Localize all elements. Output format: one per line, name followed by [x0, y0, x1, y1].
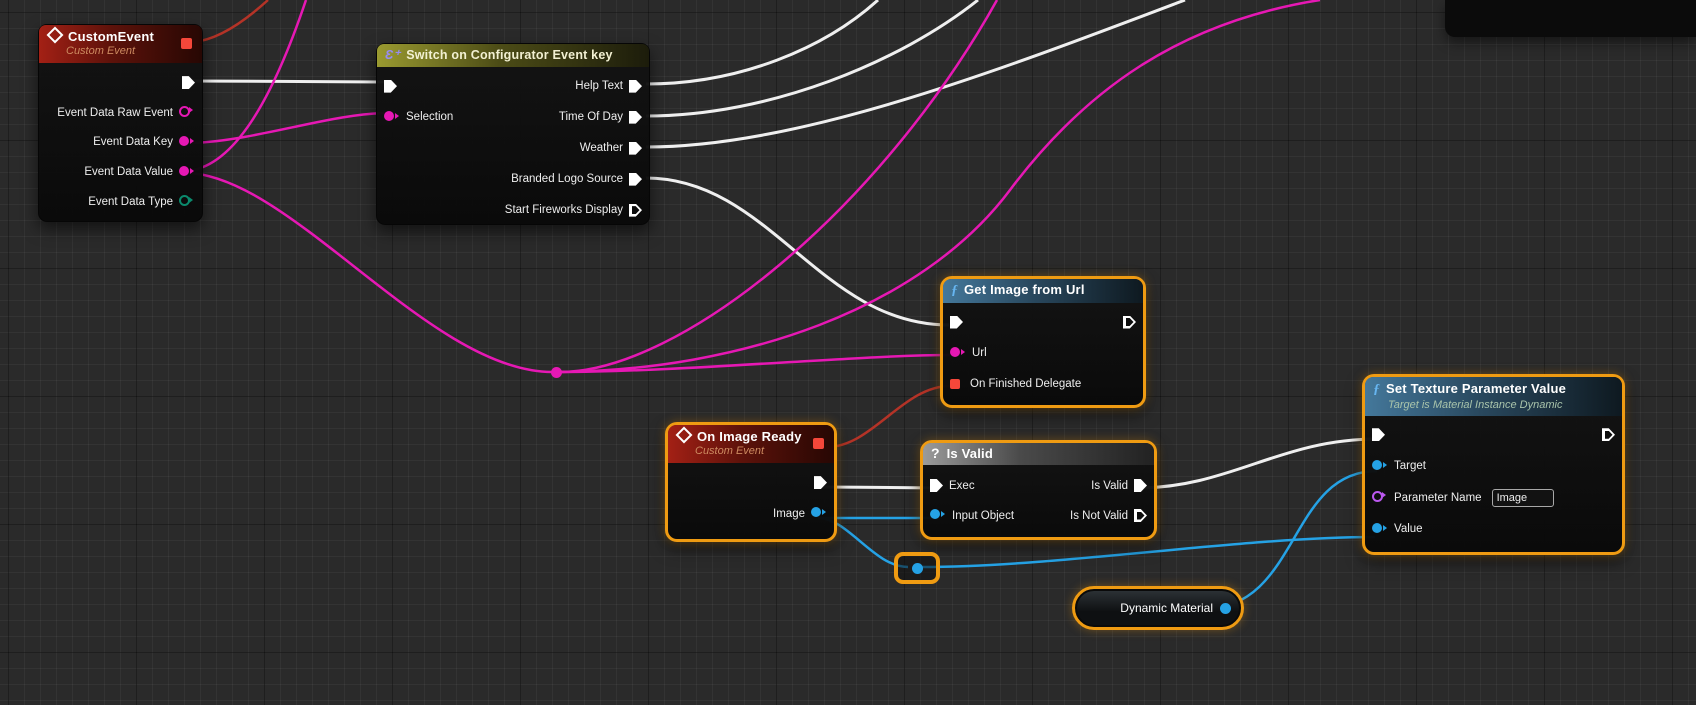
pin-selection[interactable]	[384, 110, 399, 121]
pin-label: Image	[773, 507, 805, 520]
node-dynamic-material-getter[interactable]: Dynamic Material	[1072, 586, 1244, 630]
question-mark-icon: ?	[931, 445, 940, 461]
node-title: CustomEvent	[68, 29, 154, 44]
wire-exec-timeofday-offscreen[interactable]	[645, 0, 979, 118]
wire-exec-customevent-to-switch[interactable]	[188, 79, 387, 84]
parameter-name-input[interactable]: Image	[1491, 488, 1554, 507]
pin-label: Start Fireworks Display	[504, 204, 623, 217]
pin-label: On Finished Delegate	[970, 378, 1082, 390]
pin-label: Event Data Raw Event	[57, 106, 173, 119]
pin-label: Value	[1394, 523, 1423, 535]
wire-str-key-to-selection[interactable]	[185, 111, 389, 145]
switch-icon: Ɛ⁺	[385, 47, 401, 62]
variable-label: Dynamic Material	[1120, 601, 1213, 615]
node-get-image-header[interactable]: ƒ Get Image from Url	[943, 279, 1143, 303]
node-title: Is Valid	[946, 446, 993, 461]
pin-image[interactable]	[811, 507, 826, 518]
pin-branded-logo-source-exec[interactable]	[629, 172, 642, 186]
pin-time-of-day-exec[interactable]	[629, 110, 642, 124]
pin-label: Event Data Type	[88, 196, 173, 209]
wire-exec-brandedlogo-to-getimage[interactable]	[645, 176, 950, 327]
pin-label: Exec	[949, 479, 975, 492]
event-diamond-icon	[675, 426, 693, 444]
exec-in-pin[interactable]	[1372, 428, 1385, 442]
wire-obj-reroute-to-value[interactable]	[921, 535, 1376, 569]
node-title: Switch on Configurator Event key	[406, 48, 613, 62]
pin-url[interactable]	[950, 346, 965, 357]
node-on-image-ready[interactable]: On Image Ready Custom Event Image	[665, 422, 837, 542]
exec-out-pin[interactable]	[182, 76, 195, 90]
pin-event-data-key[interactable]	[179, 135, 194, 146]
wire-exec-helptext-offscreen[interactable]	[645, 0, 880, 86]
exec-out-pin[interactable]	[1602, 428, 1615, 442]
wire-delegate-onimageready-to-getimage[interactable]	[826, 384, 951, 449]
pin-event-data-value[interactable]	[179, 165, 194, 176]
pin-label: Is Not Valid	[1070, 509, 1128, 522]
reroute-node-blue[interactable]	[894, 552, 940, 584]
pin-label: Selection	[406, 111, 454, 124]
pin-is-not-valid-exec[interactable]	[1134, 509, 1147, 522]
exec-in-pin[interactable]	[950, 315, 963, 329]
event-diamond-icon	[46, 26, 64, 44]
pin-label: Parameter Name	[1394, 491, 1482, 504]
delegate-pin[interactable]	[181, 38, 192, 49]
pin-dynamic-material-out[interactable]	[1220, 602, 1231, 614]
exec-in-pin[interactable]	[384, 79, 397, 93]
pin-exec-in[interactable]	[930, 479, 943, 492]
node-switch-configurator-event-key[interactable]: Ɛ⁺ Switch on Configurator Event key Help …	[376, 43, 650, 225]
pin-label: Url	[972, 347, 987, 359]
node-get-image-from-url[interactable]: ƒ Get Image from Url Url On Finished Dele…	[940, 276, 1146, 408]
node-title: Set Texture Parameter Value	[1386, 381, 1567, 396]
pin-event-data-type[interactable]	[179, 195, 193, 207]
pin-help-text-exec[interactable]	[629, 79, 642, 93]
node-is-valid-header[interactable]: ? Is Valid	[923, 443, 1154, 465]
pin-label: Time Of Day	[558, 111, 623, 124]
exec-out-pin[interactable]	[1123, 315, 1136, 329]
node-on-image-ready-header[interactable]: On Image Ready Custom Event	[668, 425, 834, 464]
node-subtitle: Custom Event	[66, 45, 136, 58]
pin-on-finished-delegate[interactable]	[950, 379, 960, 389]
node-custom-event-header[interactable]: CustomEvent Custom Event	[39, 25, 202, 64]
pin-label: Input Object	[952, 509, 1015, 522]
blueprint-graph-canvas[interactable]: CustomEvent Custom Event Event Data Raw …	[0, 0, 1696, 705]
pin-target[interactable]	[1372, 459, 1387, 470]
exec-out-pin[interactable]	[814, 476, 827, 490]
node-custom-event[interactable]: CustomEvent Custom Event Event Data Raw …	[38, 24, 203, 222]
function-icon: ƒ	[1373, 382, 1380, 397]
function-icon: ƒ	[951, 283, 958, 298]
pin-is-valid-exec[interactable]	[1134, 479, 1147, 492]
node-set-texture-parameter-value[interactable]: ƒ Set Texture Parameter Value Target is M…	[1362, 374, 1625, 555]
wire-exec-weather-offscreen[interactable]	[645, 0, 1186, 149]
pin-label: Branded Logo Source	[511, 173, 623, 186]
offscreen-node-corner[interactable]	[1445, 0, 1696, 37]
node-title: On Image Ready	[697, 429, 802, 444]
pin-label: Weather	[579, 142, 623, 155]
pin-label: Event Data Key	[93, 136, 173, 149]
pin-label: Target	[1394, 460, 1426, 472]
node-switch-header[interactable]: Ɛ⁺ Switch on Configurator Event key	[377, 44, 649, 67]
pin-event-data-raw-event[interactable]	[179, 105, 193, 117]
pin-label: Is Valid	[1091, 479, 1128, 492]
node-subtitle: Custom Event	[695, 445, 765, 458]
pin-start-fireworks-display-exec[interactable]	[629, 203, 642, 217]
reroute-pin-magenta[interactable]	[551, 367, 562, 378]
wire-str-value-offscreen-top[interactable]	[185, 0, 308, 173]
node-title: Get Image from Url	[964, 282, 1085, 297]
node-set-texture-header[interactable]: ƒ Set Texture Parameter Value Target is M…	[1365, 377, 1622, 417]
node-is-valid[interactable]: ? Is Valid Exec Is Valid Input Object Is …	[920, 440, 1157, 540]
wire-layer	[185, 0, 1378, 611]
reroute-pin-blue[interactable]	[911, 562, 923, 574]
pin-label: Help Text	[575, 80, 623, 93]
delegate-pin[interactable]	[813, 438, 824, 449]
pin-value[interactable]	[1372, 522, 1387, 533]
pin-weather-exec[interactable]	[629, 141, 642, 155]
node-subtitle: Target is Material Instance Dynamic	[1388, 398, 1563, 411]
pin-input-object[interactable]	[930, 509, 945, 519]
pin-label: Event Data Value	[84, 166, 173, 179]
wire-delegate-customevent-offscreen[interactable]	[192, 0, 269, 44]
pin-parameter-name[interactable]	[1372, 490, 1386, 502]
